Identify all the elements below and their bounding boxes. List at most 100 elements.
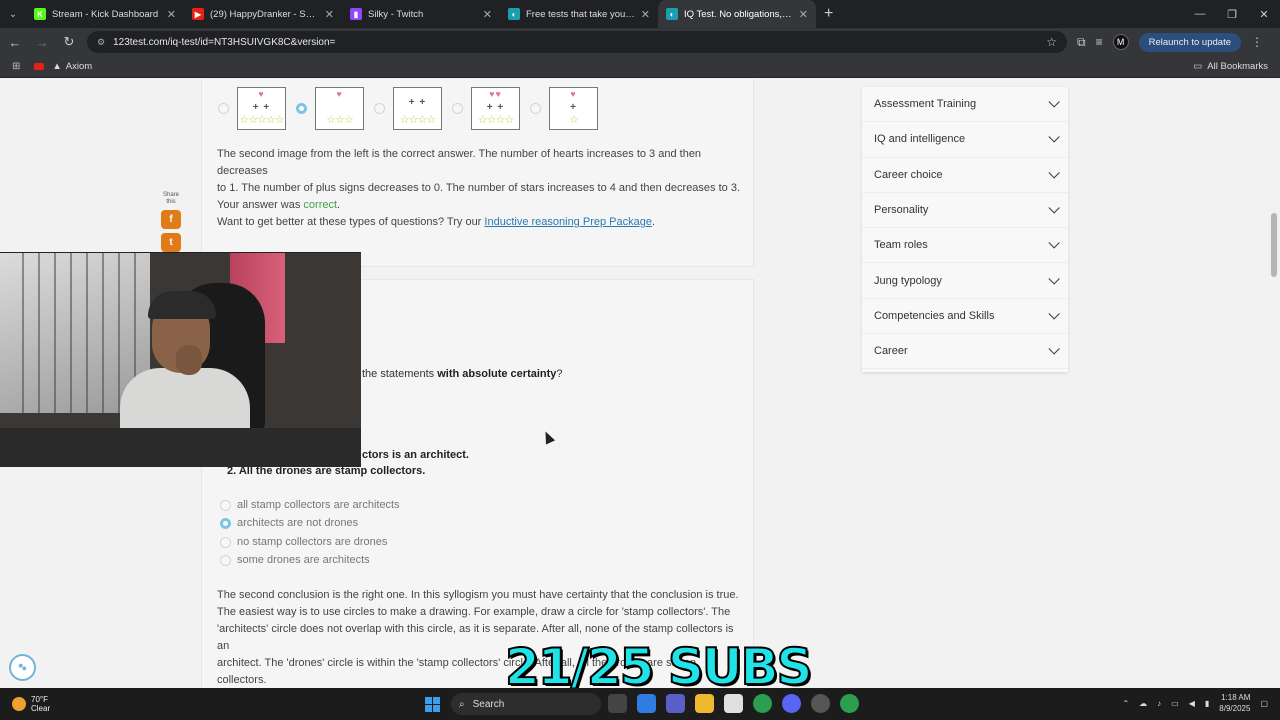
page-scrollbar[interactable] [1268, 79, 1280, 688]
sidebar-category-label: Career [874, 345, 908, 358]
all-bookmarks[interactable]: ▭ All Bookmarks [1193, 61, 1268, 72]
weather-widget[interactable]: 70°F Clear [12, 695, 50, 713]
extensions-icon[interactable]: ⧉ [1077, 35, 1086, 50]
browser-tab-bar: ⌄ K Stream - Kick Dashboard ✕ ▶ (29) HappyDr… [0, 0, 1280, 28]
media-icon[interactable]: ≡ [1096, 35, 1103, 49]
figure-option-radio[interactable] [296, 103, 307, 114]
site-info-icon[interactable]: ⚙ [97, 37, 105, 48]
windows-start-icon[interactable] [425, 697, 440, 712]
answer-option-radio[interactable] [220, 499, 231, 511]
explanation-line: Your answer was correct. [217, 197, 747, 214]
figure-option[interactable]: ♥♥ + + ☆☆☆☆ [471, 87, 520, 130]
obs-icon[interactable] [811, 694, 830, 713]
minimize-icon[interactable]: — [1184, 0, 1216, 28]
figure-option[interactable]: + + ☆☆☆☆ [393, 87, 442, 130]
tab-close-icon[interactable]: ✕ [167, 8, 176, 21]
tray-chevron-icon[interactable]: ⌃ [1122, 699, 1129, 708]
figure-option[interactable]: ♥ + + ☆☆☆☆☆ [237, 87, 286, 130]
answer-option[interactable]: no stamp collectors are drones [220, 536, 387, 548]
tab-close-icon[interactable]: ✕ [325, 8, 334, 21]
discord-icon[interactable] [782, 694, 801, 713]
taskbar-search[interactable]: ⌕ Search [451, 693, 601, 715]
apps-grid-icon[interactable]: ⊞ [12, 61, 20, 72]
figure-option-radio[interactable] [374, 103, 385, 114]
copilot-icon[interactable] [637, 694, 656, 713]
browser-tab[interactable]: ◐ IQ Test. No obligations, free onl ✕ [658, 0, 816, 28]
star-icon: ☆☆☆☆☆ [239, 114, 284, 126]
sidebar-category-label: Personality [874, 204, 929, 217]
answer-option[interactable]: all stamp collectors are architects [220, 499, 400, 511]
file-explorer-icon[interactable] [695, 694, 714, 713]
question-2-prompt: the statements with absolute certainty? [362, 368, 563, 380]
figure-option-radio[interactable] [218, 103, 229, 114]
bookmark-axiom[interactable]: ▲ Axiom [52, 61, 92, 72]
sidebar-category-item[interactable]: Assessment Training [862, 87, 1068, 123]
relaunch-button[interactable]: Relaunch to update [1138, 32, 1241, 52]
answer-option-radio[interactable] [220, 536, 231, 548]
battery-icon[interactable]: ▮ [1205, 699, 1209, 708]
figure-option-radio[interactable] [452, 103, 463, 114]
browser-tab[interactable]: ◐ Free tests that take you further ✕ [500, 0, 658, 28]
tab-search-icon[interactable]: ⌄ [0, 0, 26, 28]
explanation-q1: The second image from the left is the co… [217, 146, 747, 214]
onedrive-icon[interactable]: ☁ [1139, 699, 1147, 708]
sidebar-category-item[interactable]: Career choice [862, 158, 1068, 193]
chrome-icon[interactable] [753, 694, 772, 713]
figure-option-radio[interactable] [530, 103, 541, 114]
chrome-profile-icon[interactable] [840, 694, 859, 713]
tab-close-icon[interactable]: ✕ [641, 8, 650, 21]
chevron-down-icon [1048, 308, 1060, 320]
sidebar-category-item[interactable]: IQ and intelligence [862, 122, 1068, 158]
clock-time: 1:18 AM [1221, 693, 1251, 702]
sidebar-category-item[interactable]: Jung typology [862, 263, 1068, 299]
figure-option[interactable]: ♥ + ☆ [549, 87, 598, 130]
twitter-share-button[interactable]: t [161, 233, 181, 252]
sidebar-category-item[interactable]: Personality [862, 193, 1068, 229]
prep-package-link[interactable]: Inductive reasoning Prep Package [484, 216, 652, 228]
weather-sun-icon [12, 697, 26, 711]
chevron-down-icon [1048, 96, 1060, 108]
notification-icon[interactable]: ▢ [1260, 699, 1268, 708]
subs-goal-overlay: 21/25 SUBS [504, 638, 814, 696]
answer-option[interactable]: some drones are architects [220, 554, 370, 566]
maximize-icon[interactable]: ❐ [1216, 0, 1248, 28]
facebook-share-button[interactable]: f [161, 210, 181, 229]
tab-close-icon[interactable]: ✕ [799, 8, 808, 21]
cookie-settings-icon[interactable] [9, 654, 36, 681]
url-input[interactable]: ⚙ 123test.com/iq-test/id=NT3HSUIVGK8C&ve… [87, 31, 1067, 53]
sidebar-category-item[interactable]: Career [862, 334, 1068, 370]
browser-tab[interactable]: ▮ Silky - Twitch ✕ [342, 0, 500, 28]
figure-option[interactable]: ♥ ☆☆☆ [315, 87, 364, 130]
store-icon[interactable] [724, 694, 743, 713]
back-icon[interactable]: ← [3, 30, 27, 54]
teams-icon[interactable] [666, 694, 685, 713]
forward-icon[interactable]: → [30, 30, 54, 54]
monitor-icon[interactable]: ▭ [1171, 699, 1179, 708]
answer-option[interactable]: architects are not drones [220, 517, 358, 529]
browser-tab[interactable]: ▶ (29) HappyDranker - Saint Yves ✕ [184, 0, 342, 28]
browser-tab[interactable]: K Stream - Kick Dashboard ✕ [26, 0, 184, 28]
volume-icon[interactable]: ◀ [1189, 699, 1195, 708]
task-view-icon[interactable] [608, 694, 627, 713]
close-window-icon[interactable]: ✕ [1248, 0, 1280, 28]
scrollbar-thumb[interactable] [1271, 213, 1277, 277]
prompt-emphasis: with absolute certainty [437, 368, 557, 380]
profile-avatar[interactable]: M [1112, 34, 1129, 50]
menu-kebab-icon[interactable]: ⋮ [1251, 35, 1263, 49]
reload-icon[interactable]: ↻ [57, 30, 81, 54]
bookmarks-bar: ⊞ ▲ Axiom ▭ All Bookmarks [0, 56, 1280, 78]
new-tab-button[interactable]: + [824, 5, 833, 23]
sidebar-category-item[interactable]: Competencies and Skills [862, 299, 1068, 335]
taskbar-clock[interactable]: 1:18 AM 8/9/2025 [1219, 692, 1250, 714]
youtube-bookmark-icon[interactable] [34, 63, 45, 70]
heart-icon: ♥ [570, 89, 577, 99]
answer-option-radio[interactable] [220, 554, 231, 566]
heart-icon: ♥ [258, 89, 265, 99]
mic-icon[interactable]: ♪ [1157, 699, 1161, 708]
bookmark-star-icon[interactable]: ☆ [1046, 35, 1057, 49]
prep-package-text: Want to get better at these types of que… [217, 214, 655, 231]
tab-close-icon[interactable]: ✕ [483, 8, 492, 21]
sidebar-category-item[interactable]: Team roles [862, 228, 1068, 264]
heart-icon: ♥♥ [489, 89, 502, 99]
answer-option-radio[interactable] [220, 517, 231, 529]
